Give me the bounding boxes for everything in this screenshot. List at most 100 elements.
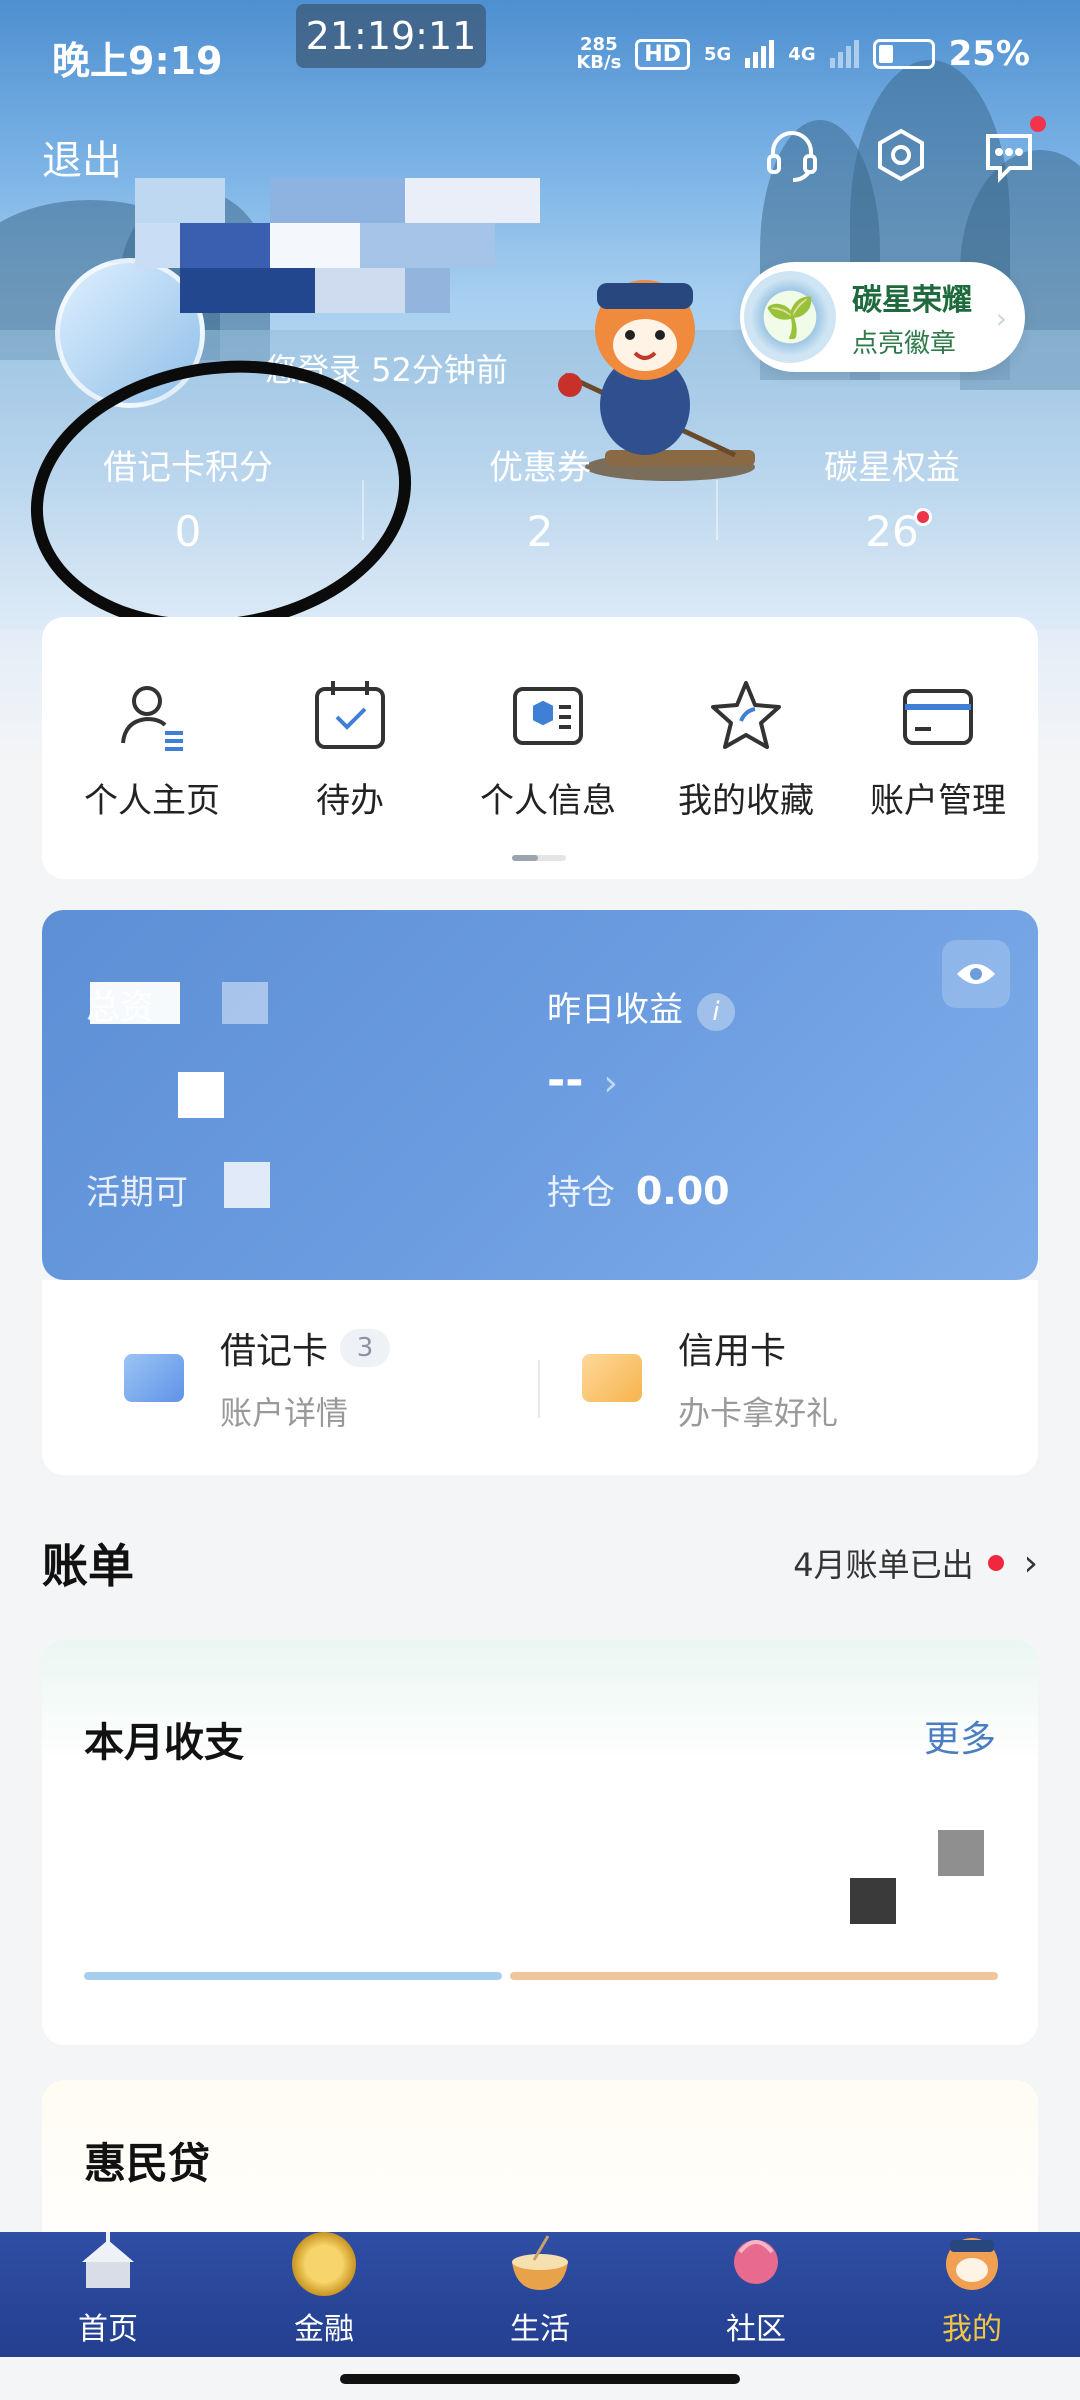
card-shortcuts: 借记卡 3 账户详情 信用卡 办卡拿好礼 [42,1280,1038,1475]
yesterday-income-value[interactable]: -- › [547,1055,618,1106]
stat-label: 碳星权益 [824,448,960,488]
id-card-icon [509,677,587,755]
monthly-title: 本月收支 [84,1720,244,1766]
logout-button[interactable]: 退出 [42,128,122,186]
noodle-bowl-icon [504,2232,576,2296]
quick-account-management[interactable]: 账户管理 [848,677,1028,822]
tab-label: 生活 [510,2312,570,2347]
mosaic-block [938,1830,984,1876]
debit-card-title: 借记卡 [220,1331,329,1372]
battery-icon [872,39,935,69]
quick-personal-info[interactable]: 个人信息 [458,677,638,822]
current-available-label: 活期可 [86,1173,188,1213]
credit-card-title: 信用卡 [678,1331,787,1372]
home-indicator [340,2374,740,2384]
credit-card-sub: 办卡拿好礼 [678,1394,839,1432]
tab-label: 首页 [78,2312,138,2347]
assets-card[interactable]: 总资 活期可 昨日收益i --› 持仓 0.00 [42,910,1038,1280]
debit-card-entry[interactable]: 借记卡 3 账户详情 [124,1322,391,1434]
net-speed: 285 KB/s [576,34,622,73]
badge-subtitle: 点亮徽章 [852,328,957,359]
quick-menu-card: 个人主页 待办 个人信息 我的收藏 账户管理 [42,617,1038,879]
debit-card-count: 3 [340,1329,391,1367]
loan-title: 惠民贷 [84,2139,211,2188]
tab-label: 我的 [942,2312,1002,2347]
tab-finance[interactable]: 金融 [244,2232,404,2357]
tab-home[interactable]: 首页 [28,2232,188,2357]
stat-badge-dot [914,508,932,526]
quick-favorites[interactable]: 我的收藏 [656,677,836,822]
mosaic-block [90,982,180,1024]
person-icon [113,677,191,755]
calendar-check-icon [311,677,389,755]
message-badge-dot [1030,116,1046,132]
bill-notice-link[interactable]: 4月账单已出 › [793,1540,1038,1586]
tab-label: 金融 [294,2312,354,2347]
credit-card-icon [582,1354,642,1402]
bill-section-header: 账单 4月账单已出 › [42,1530,1038,1600]
network-4g-label: 4G [788,43,816,65]
settings-icon[interactable] [866,120,936,190]
bottom-tab-bar: 首页 金融 生活 社区 我的 [0,2232,1080,2357]
notice-dot [987,1555,1004,1571]
expense-bar [510,1972,998,1980]
phoenix-icon [720,2232,792,2296]
stat-carbon-rights[interactable]: 碳星权益 26 [742,440,1042,556]
plant-bulb-icon: 🌱 [744,271,836,363]
status-time: 晚上9:19 [52,39,223,83]
quick-todo[interactable]: 待办 [260,677,440,822]
battery-percent: 25% [948,34,1030,74]
status-bar: 晚上9:19 21:19:11 285 KB/s HD 5G 4G 25% [0,0,1080,110]
mosaic-block [178,1072,224,1118]
star-icon [707,677,785,755]
mosaic-block [850,1878,896,1924]
message-icon[interactable] [974,116,1046,190]
quick-label: 个人信息 [480,781,616,821]
tab-label: 社区 [726,2312,786,2347]
mascot-avatar-icon [936,2232,1008,2296]
mosaic-block [222,982,268,1024]
name-mosaic [135,178,590,348]
landmark-icon [72,2232,144,2296]
divider [538,1360,540,1418]
mosaic-block [224,1162,270,1208]
info-icon[interactable]: i [697,992,735,1031]
more-link[interactable]: 更多 [924,1710,996,1762]
coin-icon [292,2232,356,2296]
chevron-right-icon: › [603,1063,618,1104]
debit-card-sub: 账户详情 [220,1394,349,1432]
badge-title: 碳星荣耀 [852,282,972,318]
eye-toggle-icon[interactable] [942,940,1010,1008]
chevron-right-icon: › [1023,1542,1038,1584]
carbon-badge-pill[interactable]: 🌱 碳星荣耀 点亮徽章 › [740,262,1025,372]
holding-row: 持仓 0.00 [547,1169,730,1213]
income-bar [84,1972,502,1980]
stat-label: 优惠券 [489,448,591,488]
network-5g-label: 5G [703,43,732,65]
tab-community[interactable]: 社区 [676,2232,836,2357]
page-indicator [512,855,566,861]
signal-icon-2 [829,40,859,68]
stat-divider [716,480,718,540]
quick-label: 待办 [316,781,384,821]
card-icon [899,677,977,755]
stat-value: 2 [526,507,554,556]
monthly-bill-card: 本月收支 更多 [42,1640,1038,2045]
quick-label: 我的收藏 [678,781,814,821]
credit-card-entry[interactable]: 信用卡 办卡拿好礼 [582,1322,838,1434]
signal-icon [745,40,775,68]
chevron-right-icon: › [995,302,1007,335]
tab-mine[interactable]: 我的 [892,2232,1052,2357]
quick-personal-home[interactable]: 个人主页 [62,677,242,822]
customer-service-icon[interactable] [757,120,827,190]
stat-coupons[interactable]: 优惠券 2 [390,440,690,556]
hd-icon: HD [635,38,690,70]
stat-value: 26 [865,507,919,556]
yesterday-income-label: 昨日收益 i [547,982,735,1031]
quick-label: 账户管理 [870,781,1006,821]
debit-card-icon [124,1354,184,1402]
quick-label: 个人主页 [84,781,220,821]
holding-value: 0.00 [635,1169,730,1213]
tab-life[interactable]: 生活 [460,2232,620,2357]
floating-clock: 21:19:11 [296,4,486,68]
